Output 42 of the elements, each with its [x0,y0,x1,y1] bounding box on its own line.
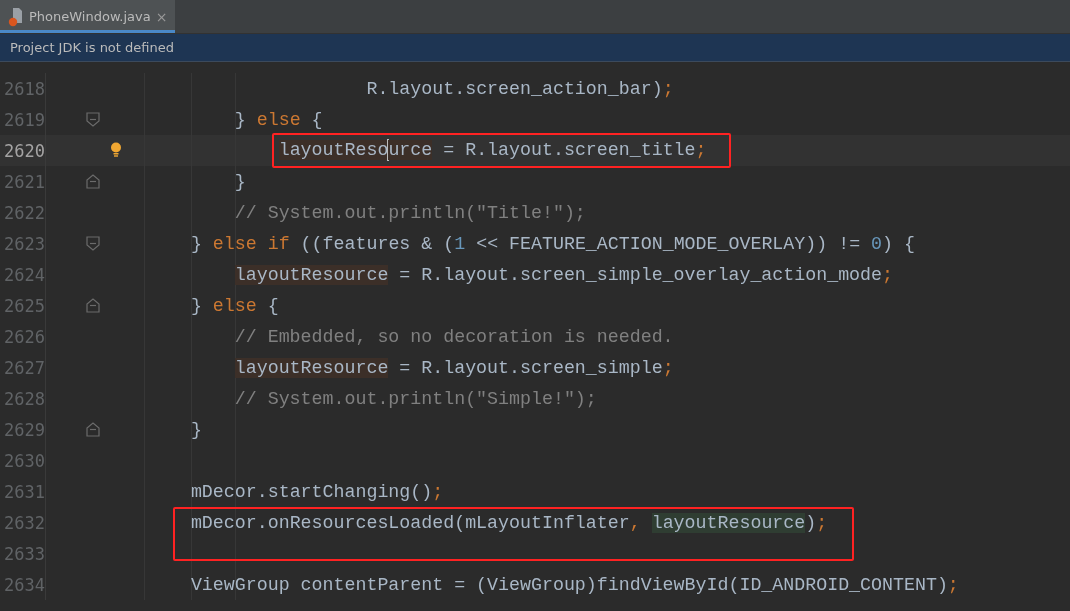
code-line: layoutResource = R.layout.screen_title; [278,139,707,160]
line-number: 2624 [3,264,45,285]
line-number: 2627 [3,357,45,378]
code-line: mDecor.onResourcesLoaded(mLayoutInflater, layoutResource); [190,513,828,533]
code-line: } [190,419,202,440]
line-number: 2634 [3,574,45,595]
code-line: // System.out.println("Simple!"); [234,388,597,409]
file-tab[interactable]: PhoneWindow.java × [0,0,176,33]
line-number: 2620 [3,140,45,161]
line-number: 2621 [3,171,45,192]
line-number: 2622 [3,202,45,223]
line-number: 2631 [3,481,45,502]
code-line: } [234,171,246,192]
code-line: ViewGroup contentParent = (ViewGroup)findViewById(ID_ANDROID_CONTENT); [190,574,959,595]
close-icon[interactable]: × [155,8,168,25]
line-number: 2628 [3,388,45,409]
code-line: mDecor.startChanging(); [190,481,444,502]
fold-marker-icon[interactable] [86,112,100,127]
line-number: 2619 [3,109,45,130]
fold-marker-icon[interactable] [86,174,100,189]
fold-marker-icon[interactable] [86,298,100,313]
code-line: layoutResource = R.layout.screen_simple_overlay_action_mode; [234,264,894,285]
code-line: } else if ((features & (1 << FEATURE_ACTION_MODE_OVERLAY)) != 0) { [190,233,915,254]
line-number: 2630 [3,450,45,471]
line-number: 2626 [3,326,45,347]
line-number: 2629 [3,419,45,440]
line-number: 2633 [3,543,45,564]
fold-marker-icon[interactable] [86,422,100,437]
line-number: 2632 [3,512,45,533]
line-number: 2625 [3,295,45,316]
java-file-icon [8,6,24,27]
code-line: // System.out.println("Title!"); [234,202,586,223]
lightbulb-icon[interactable] [110,142,122,157]
code-line: // Embedded, so no decoration is needed. [234,326,674,347]
fold-marker-icon[interactable] [86,236,100,251]
code-line: R.layout.screen_action_bar); [366,78,674,99]
code-line: } else { [234,109,323,130]
code-line: } else { [190,295,279,316]
line-number: 2623 [3,233,45,254]
line-number: 2618 [3,78,45,99]
notification-text: Project JDK is not defined [10,40,174,55]
code-line: layoutResource = R.layout.screen_simple; [234,357,674,378]
